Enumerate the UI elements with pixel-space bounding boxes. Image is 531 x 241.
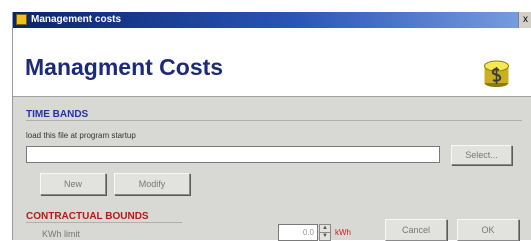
time-bands-divider — [26, 120, 522, 121]
new-button[interactable]: New — [40, 173, 106, 195]
ok-button[interactable]: OK — [457, 219, 519, 241]
cancel-button[interactable]: Cancel — [385, 219, 447, 241]
kwh-limit-stepper[interactable]: ▲ ▼ — [319, 224, 331, 241]
dollar-coin-icon — [484, 60, 509, 87]
window-title: Management costs — [31, 14, 122, 25]
kwh-limit-input[interactable]: 0.0 — [278, 224, 318, 241]
title-bar[interactable]: Management costs x — [13, 12, 531, 28]
modify-button[interactable]: Modify — [114, 173, 190, 195]
stepper-up-icon[interactable]: ▲ — [320, 225, 330, 233]
kwh-limit-label: KWh limit — [42, 229, 80, 239]
header-banner: Managment Costs — [13, 28, 531, 97]
time-bands-file-field[interactable] — [26, 146, 440, 163]
contractual-bounds-divider — [26, 222, 182, 223]
management-costs-window: Management costs x Managment Costs TIME … — [12, 12, 531, 241]
page-title: Managment Costs — [25, 54, 224, 80]
select-button[interactable]: Select... — [451, 145, 512, 165]
close-button[interactable]: x — [518, 12, 531, 28]
stepper-down-icon[interactable]: ▼ — [320, 233, 330, 240]
kwh-unit-label: kWh — [335, 228, 351, 237]
app-icon — [16, 14, 27, 25]
startup-hint: load this file at program startup — [26, 131, 136, 140]
